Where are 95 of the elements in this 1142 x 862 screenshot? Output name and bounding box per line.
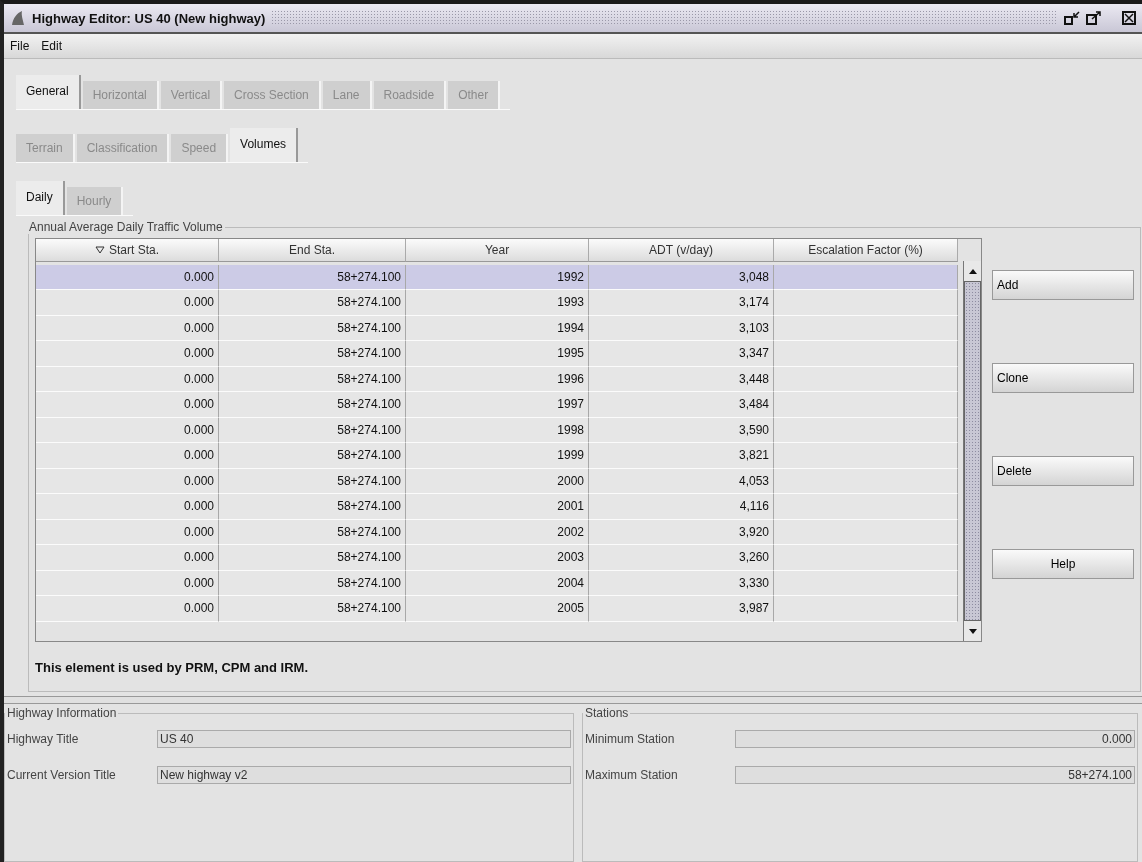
header-label: Year xyxy=(484,243,510,257)
table-cell: 2000 xyxy=(406,468,589,494)
column-header[interactable]: ADT (v/day) xyxy=(589,239,774,262)
field-label: Minimum Station xyxy=(585,732,676,746)
column-header[interactable]: Start Sta. xyxy=(36,239,219,262)
tab[interactable]: Daily xyxy=(16,181,65,215)
scrollbar[interactable] xyxy=(963,261,981,641)
text-field[interactable]: 58+274.100 xyxy=(735,766,1135,784)
table-cell: 3,448 xyxy=(589,366,774,392)
column-header[interactable]: Year xyxy=(406,239,589,262)
tab[interactable]: General xyxy=(16,75,81,109)
header-label: ADT (v/day) xyxy=(649,243,713,257)
field-label: Current Version Title xyxy=(7,768,117,782)
table-cell: 3,260 xyxy=(589,545,774,571)
table-cell: 4,053 xyxy=(589,468,774,494)
group-title: Stations xyxy=(584,706,630,720)
table-cell: 0.000 xyxy=(36,290,219,316)
table-cell: 58+274.100 xyxy=(219,443,406,469)
action-button[interactable]: Help xyxy=(992,549,1134,579)
table-cell: 58+274.100 xyxy=(219,519,406,545)
table-cell: 1993 xyxy=(406,290,589,316)
table-cell: 2003 xyxy=(406,545,589,571)
table-cell: 0.000 xyxy=(36,366,219,392)
table-cell: 3,174 xyxy=(589,290,774,316)
table-cell: 3,347 xyxy=(589,341,774,367)
scroll-down-icon[interactable] xyxy=(968,628,977,634)
table-cell: 0.000 xyxy=(36,417,219,443)
table-cell: 58+274.100 xyxy=(219,468,406,494)
table-cell: 58+274.100 xyxy=(219,392,406,418)
header-label: Escalation Factor (%) xyxy=(808,243,923,257)
table-cell: 0.000 xyxy=(36,494,219,520)
menu-item[interactable]: File xyxy=(10,39,30,53)
table-cell: 0.000 xyxy=(36,264,219,290)
table-cell: 1994 xyxy=(406,315,589,341)
table-cell: 3,048 xyxy=(589,264,774,290)
table-cell: 58+274.100 xyxy=(219,341,406,367)
menu-item[interactable]: Edit xyxy=(41,39,63,53)
action-button[interactable]: Add xyxy=(992,270,1134,300)
column-header[interactable]: Escalation Factor (%) xyxy=(774,239,958,262)
table-cell: 1996 xyxy=(406,366,589,392)
table-cell: 0.000 xyxy=(36,315,219,341)
table-cell: 3,821 xyxy=(589,443,774,469)
table-cell: 58+274.100 xyxy=(219,494,406,520)
maximize-icon[interactable] xyxy=(1086,11,1102,25)
text-field[interactable]: New highway v2 xyxy=(157,766,571,784)
table-cell: 1995 xyxy=(406,341,589,367)
table-cell: 58+274.100 xyxy=(219,545,406,571)
table-cell: 0.000 xyxy=(36,519,219,545)
table-cell: 2005 xyxy=(406,596,589,622)
table-cell: 3,103 xyxy=(589,315,774,341)
table-cell: 3,590 xyxy=(589,417,774,443)
group-title: Highway Information xyxy=(6,706,118,720)
table-cell: 0.000 xyxy=(36,596,219,622)
table-cell: 2001 xyxy=(406,494,589,520)
table-cell: 3,330 xyxy=(589,570,774,596)
table-cell: 4,116 xyxy=(589,494,774,520)
text-field[interactable]: 0.000 xyxy=(735,730,1135,748)
action-button[interactable]: Clone xyxy=(992,363,1134,393)
column-header[interactable]: End Sta. xyxy=(219,239,406,262)
group-title: Annual Average Daily Traffic Volume xyxy=(28,220,224,234)
field-label: Highway Title xyxy=(7,732,80,746)
table-cell: 3,920 xyxy=(589,519,774,545)
table-cell: 58+274.100 xyxy=(219,264,406,290)
table-cell: 3,484 xyxy=(589,392,774,418)
window-title: Highway Editor: US 40 (New highway) xyxy=(32,10,266,26)
restore-icon[interactable] xyxy=(1064,11,1080,25)
table-cell: 58+274.100 xyxy=(219,290,406,316)
table-cell: 0.000 xyxy=(36,545,219,571)
field-label: Maximum Station xyxy=(585,768,679,782)
table-cell: 1998 xyxy=(406,417,589,443)
header-label: Start Sta. xyxy=(109,243,159,257)
table-cell: 1992 xyxy=(406,264,589,290)
table-cell: 58+274.100 xyxy=(219,570,406,596)
table-cell: 2004 xyxy=(406,570,589,596)
table-cell: 3,987 xyxy=(589,596,774,622)
scroll-up-icon[interactable] xyxy=(968,268,977,274)
table-cell: 58+274.100 xyxy=(219,417,406,443)
table-cell: 2002 xyxy=(406,519,589,545)
tab[interactable]: Volumes xyxy=(230,128,299,162)
header-label: End Sta. xyxy=(289,243,335,257)
table-cell: 1999 xyxy=(406,443,589,469)
table-cell: 0.000 xyxy=(36,341,219,367)
close-icon[interactable] xyxy=(1122,11,1136,25)
note-text: This element is used by PRM, CPM and IRM. xyxy=(35,660,310,675)
table-cell: 0.000 xyxy=(36,443,219,469)
text-field[interactable]: US 40 xyxy=(157,730,571,748)
table-cell: 58+274.100 xyxy=(219,315,406,341)
table-cell: 58+274.100 xyxy=(219,596,406,622)
app-icon xyxy=(10,10,26,26)
table-cell: 58+274.100 xyxy=(219,366,406,392)
table-cell: 0.000 xyxy=(36,392,219,418)
table-cell: 1997 xyxy=(406,392,589,418)
action-button[interactable]: Delete xyxy=(992,456,1134,486)
table-cell: 0.000 xyxy=(36,468,219,494)
table-cell: 0.000 xyxy=(36,570,219,596)
